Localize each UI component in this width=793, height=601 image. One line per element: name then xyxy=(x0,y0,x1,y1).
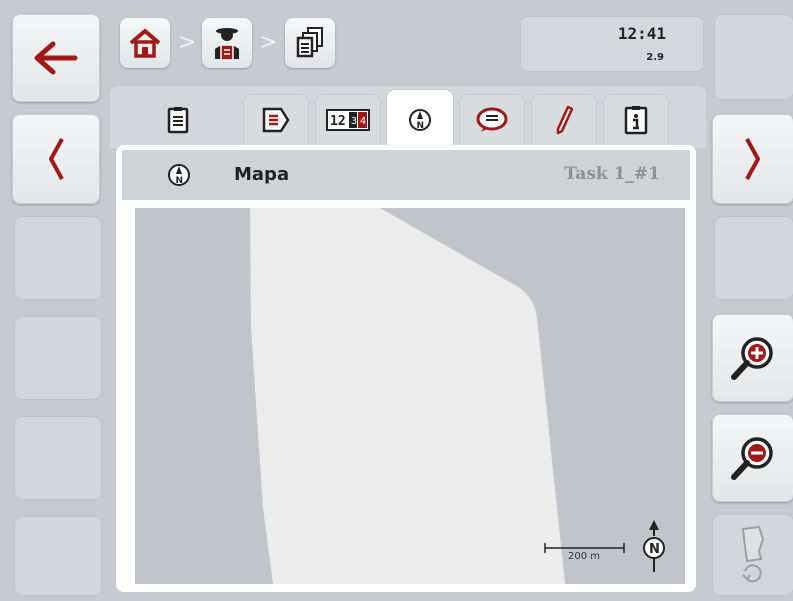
tab-info[interactable] xyxy=(603,94,669,146)
version-label: 2.9 xyxy=(646,52,664,63)
empty-left-button-4 xyxy=(14,516,102,596)
refresh-map-button xyxy=(712,514,793,596)
north-label: N xyxy=(649,542,660,557)
breadcrumb-separator: > xyxy=(259,30,278,55)
field-map[interactable] xyxy=(135,208,685,584)
tab-edit[interactable] xyxy=(531,94,597,146)
zoom-in-button[interactable] xyxy=(712,314,793,402)
chevron-right-icon xyxy=(745,138,760,180)
next-button[interactable] xyxy=(712,114,793,204)
breadcrumb-home[interactable] xyxy=(120,18,170,68)
edit-icon xyxy=(556,105,574,135)
svg-text:4: 4 xyxy=(360,116,366,127)
breadcrumb-farmer[interactable] xyxy=(202,18,252,68)
empty-left-button-1 xyxy=(14,216,102,300)
back-button[interactable] xyxy=(12,14,100,102)
info-icon xyxy=(624,106,648,135)
clock-time: 12:41 xyxy=(617,24,666,43)
home-icon xyxy=(129,29,161,58)
task-details-icon xyxy=(262,107,290,133)
breadcrumb-tasks[interactable] xyxy=(285,18,335,68)
breadcrumb-separator: > xyxy=(178,30,197,55)
svg-text:12: 12 xyxy=(330,114,346,129)
empty-left-button-2 xyxy=(14,316,102,400)
tab-counters[interactable]: 12 3 4 xyxy=(315,94,381,146)
arrow-left-icon xyxy=(34,41,78,75)
svg-text:N: N xyxy=(176,176,184,186)
tab-notes[interactable] xyxy=(459,94,525,146)
map-header-icon: N xyxy=(168,164,190,186)
page-title: Mapa xyxy=(234,164,290,185)
zoom-out-icon xyxy=(731,437,773,480)
farmer-icon xyxy=(215,28,239,61)
zoom-out-button[interactable] xyxy=(712,414,793,502)
field-boundary xyxy=(250,208,565,584)
status-clock: 12:41 2.9 xyxy=(520,16,704,72)
empty-right-button-1 xyxy=(714,14,793,100)
empty-left-button-3 xyxy=(14,416,102,500)
map-icon: N xyxy=(409,109,431,131)
svg-text:N: N xyxy=(417,121,425,131)
tab-task-details[interactable] xyxy=(243,94,309,146)
field-refresh-icon xyxy=(741,525,765,583)
tab-clipboard[interactable] xyxy=(145,94,211,146)
previous-button[interactable] xyxy=(12,114,100,204)
tab-map[interactable]: N xyxy=(387,90,453,150)
notes-icon xyxy=(476,107,508,132)
empty-right-button-2 xyxy=(714,216,793,300)
chevron-left-icon xyxy=(49,138,64,180)
north-arrow-icon: N xyxy=(643,520,665,572)
tasks-icon xyxy=(296,27,323,58)
zoom-in-icon xyxy=(731,337,773,380)
panel-header: N Mapa Task 1_#1 xyxy=(122,150,690,200)
svg-text:3: 3 xyxy=(351,116,357,127)
counters-icon: 12 3 4 xyxy=(326,109,370,131)
clipboard-icon xyxy=(167,107,189,134)
scale-label: 200 m xyxy=(568,551,601,562)
task-name: Task 1_#1 xyxy=(564,164,660,184)
